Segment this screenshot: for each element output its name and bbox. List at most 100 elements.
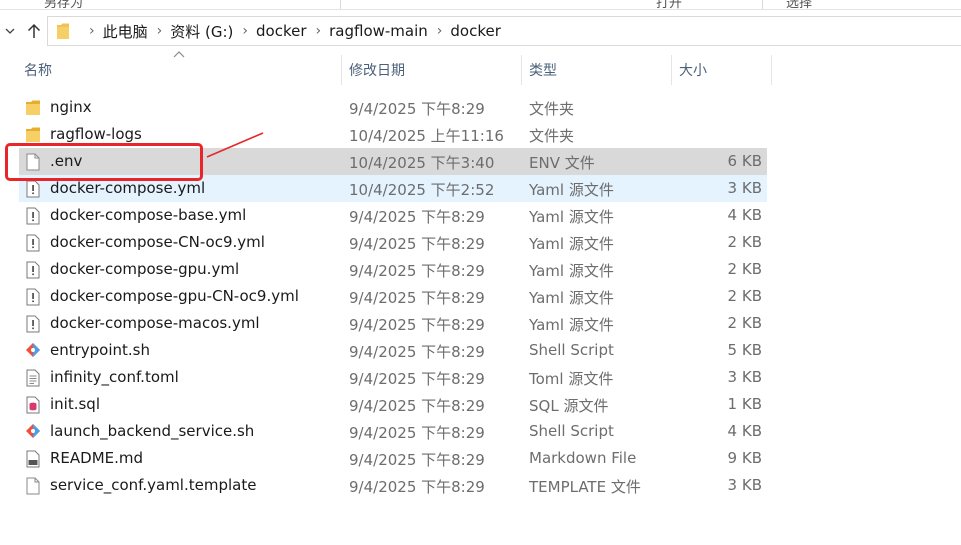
column-header-type[interactable]: 类型 [529,55,557,85]
file-date: 9/4/2025 下午8:29 [349,262,485,280]
chevron-right-icon[interactable]: › [316,23,322,39]
breadcrumb-ragflow-main[interactable]: ragflow-main [329,22,428,40]
column-divider[interactable] [671,55,672,85]
markdown-file-icon [26,450,40,468]
file-name: launch_backend_service.sh [50,422,255,440]
file-type: Toml 源文件 [529,370,614,388]
file-size: 4 KB [727,422,762,440]
file-size: 2 KB [727,233,762,251]
file-row[interactable]: init.sql 9/4/2025 下午8:29 SQL 源文件 1 KB [19,391,767,418]
file-row[interactable]: service_conf.yaml.template 9/4/2025 下午8:2… [19,472,767,499]
ribbon-strip: 另存为 打开 选择 [0,0,961,10]
file-size: 5 KB [727,341,762,359]
arrow-up-icon [27,23,41,38]
file-date: 10/4/2025 下午3:40 [349,154,495,172]
file-size: 2 KB [727,287,762,305]
breadcrumb-docker[interactable]: docker [256,22,307,40]
column-divider[interactable] [521,55,522,85]
column-divider[interactable] [341,55,342,85]
address-bar[interactable]: › 此电脑 › 资料 (G:) › docker › ragflow-main … [47,16,961,46]
file-date: 9/4/2025 下午8:29 [349,343,485,361]
file-type: Shell Script [529,422,614,440]
file-type: 文件夹 [529,127,575,145]
file-date: 9/4/2025 下午8:29 [349,397,485,415]
file-type: 文件夹 [529,100,575,118]
breadcrumb-drive-g[interactable]: 资料 (G:) [170,21,233,42]
file-type: Markdown File [529,449,637,467]
file-size: 3 KB [727,368,762,386]
blank-file-icon [26,477,40,495]
yaml-file-icon [26,180,40,198]
file-type: Yaml 源文件 [529,235,614,253]
file-date: 9/4/2025 下午8:29 [349,370,485,388]
chevron-down-icon [5,28,15,34]
file-name: docker-compose-gpu-CN-oc9.yml [50,287,299,305]
column-header-name[interactable]: 名称 [24,55,52,85]
file-type: Yaml 源文件 [529,262,614,280]
yaml-file-icon [26,288,40,306]
file-row[interactable]: nginx 9/4/2025 下午8:29 文件夹 [19,94,767,121]
text-file-icon [26,369,40,387]
file-name: infinity_conf.toml [50,368,179,386]
file-row[interactable]: infinity_conf.toml 9/4/2025 下午8:29 Toml 源文… [19,364,767,391]
column-header-size[interactable]: 大小 [679,55,707,85]
file-name: init.sql [50,395,100,413]
file-size: 6 KB [727,152,762,170]
file-type: Shell Script [529,341,614,359]
file-row[interactable]: docker-compose-gpu-CN-oc9.yml 9/4/2025 下午… [19,283,767,310]
breadcrumb-this-pc[interactable]: 此电脑 [103,21,148,42]
file-date: 9/4/2025 下午8:29 [349,478,485,496]
file-name: docker-compose.yml [50,179,206,197]
file-type: ENV 文件 [529,154,595,172]
file-size: 3 KB [727,476,762,494]
ribbon-item-save-as[interactable]: 另存为 [44,0,83,9]
file-type: Yaml 源文件 [529,289,614,307]
chevron-right-icon[interactable]: › [437,23,443,39]
file-date: 9/4/2025 下午8:29 [349,235,485,253]
column-divider[interactable] [771,55,772,85]
file-name: docker-compose-macos.yml [50,314,260,332]
file-type: Yaml 源文件 [529,181,614,199]
file-type: SQL 源文件 [529,397,609,415]
yaml-file-icon [26,207,40,225]
file-type: TEMPLATE 文件 [529,478,641,496]
file-row[interactable]: docker-compose-base.yml 9/4/2025 下午8:29 Ya… [19,202,767,229]
file-name: docker-compose-gpu.yml [50,260,240,278]
file-row[interactable]: launch_backend_service.sh 9/4/2025 下午8:29… [19,418,767,445]
recent-locations-button[interactable] [2,16,18,46]
file-row[interactable]: docker-compose-gpu.yml 9/4/2025 下午8:29 Yam… [19,256,767,283]
chevron-right-icon[interactable]: › [242,23,248,39]
file-date: 9/4/2025 下午8:29 [349,424,485,442]
git-shell-icon [26,343,40,357]
breadcrumb-docker-current[interactable]: docker [450,22,501,40]
sort-ascending-icon [173,51,185,58]
file-name: docker-compose-base.yml [50,206,247,224]
file-size: 3 KB [727,179,762,197]
file-size: 1 KB [727,395,762,413]
file-name: service_conf.yaml.template [50,476,257,494]
annotation-highlight-box [5,143,203,181]
up-button[interactable] [24,16,44,46]
column-header-date[interactable]: 修改日期 [349,55,405,85]
file-type: Yaml 源文件 [529,208,614,226]
yaml-file-icon [26,261,40,279]
sql-file-icon [26,396,40,414]
file-row[interactable]: docker-compose-CN-oc9.yml 9/4/2025 下午8:29… [19,229,767,256]
file-row[interactable]: entrypoint.sh 9/4/2025 下午8:29 Shell Script… [19,337,767,364]
file-row[interactable]: docker-compose-macos.yml 9/4/2025 下午8:29 Y… [19,310,767,337]
chevron-right-icon[interactable]: › [157,23,163,39]
file-size: 2 KB [727,260,762,278]
file-size: 9 KB [727,449,762,467]
file-name: entrypoint.sh [50,341,151,359]
folder-icon [26,100,40,115]
file-size: 2 KB [727,314,762,332]
file-name: docker-compose-CN-oc9.yml [50,233,265,251]
file-row[interactable]: README.md 9/4/2025 下午8:29 Markdown File 9 K… [19,445,767,472]
file-date: 10/4/2025 下午2:52 [349,181,495,199]
ribbon-item-open[interactable]: 打开 [656,0,682,9]
folder-icon [57,23,69,39]
file-date: 9/4/2025 下午8:29 [349,451,485,469]
file-size: 4 KB [727,206,762,224]
file-name: nginx [50,98,92,116]
ribbon-item-select[interactable]: 选择 [786,0,812,9]
